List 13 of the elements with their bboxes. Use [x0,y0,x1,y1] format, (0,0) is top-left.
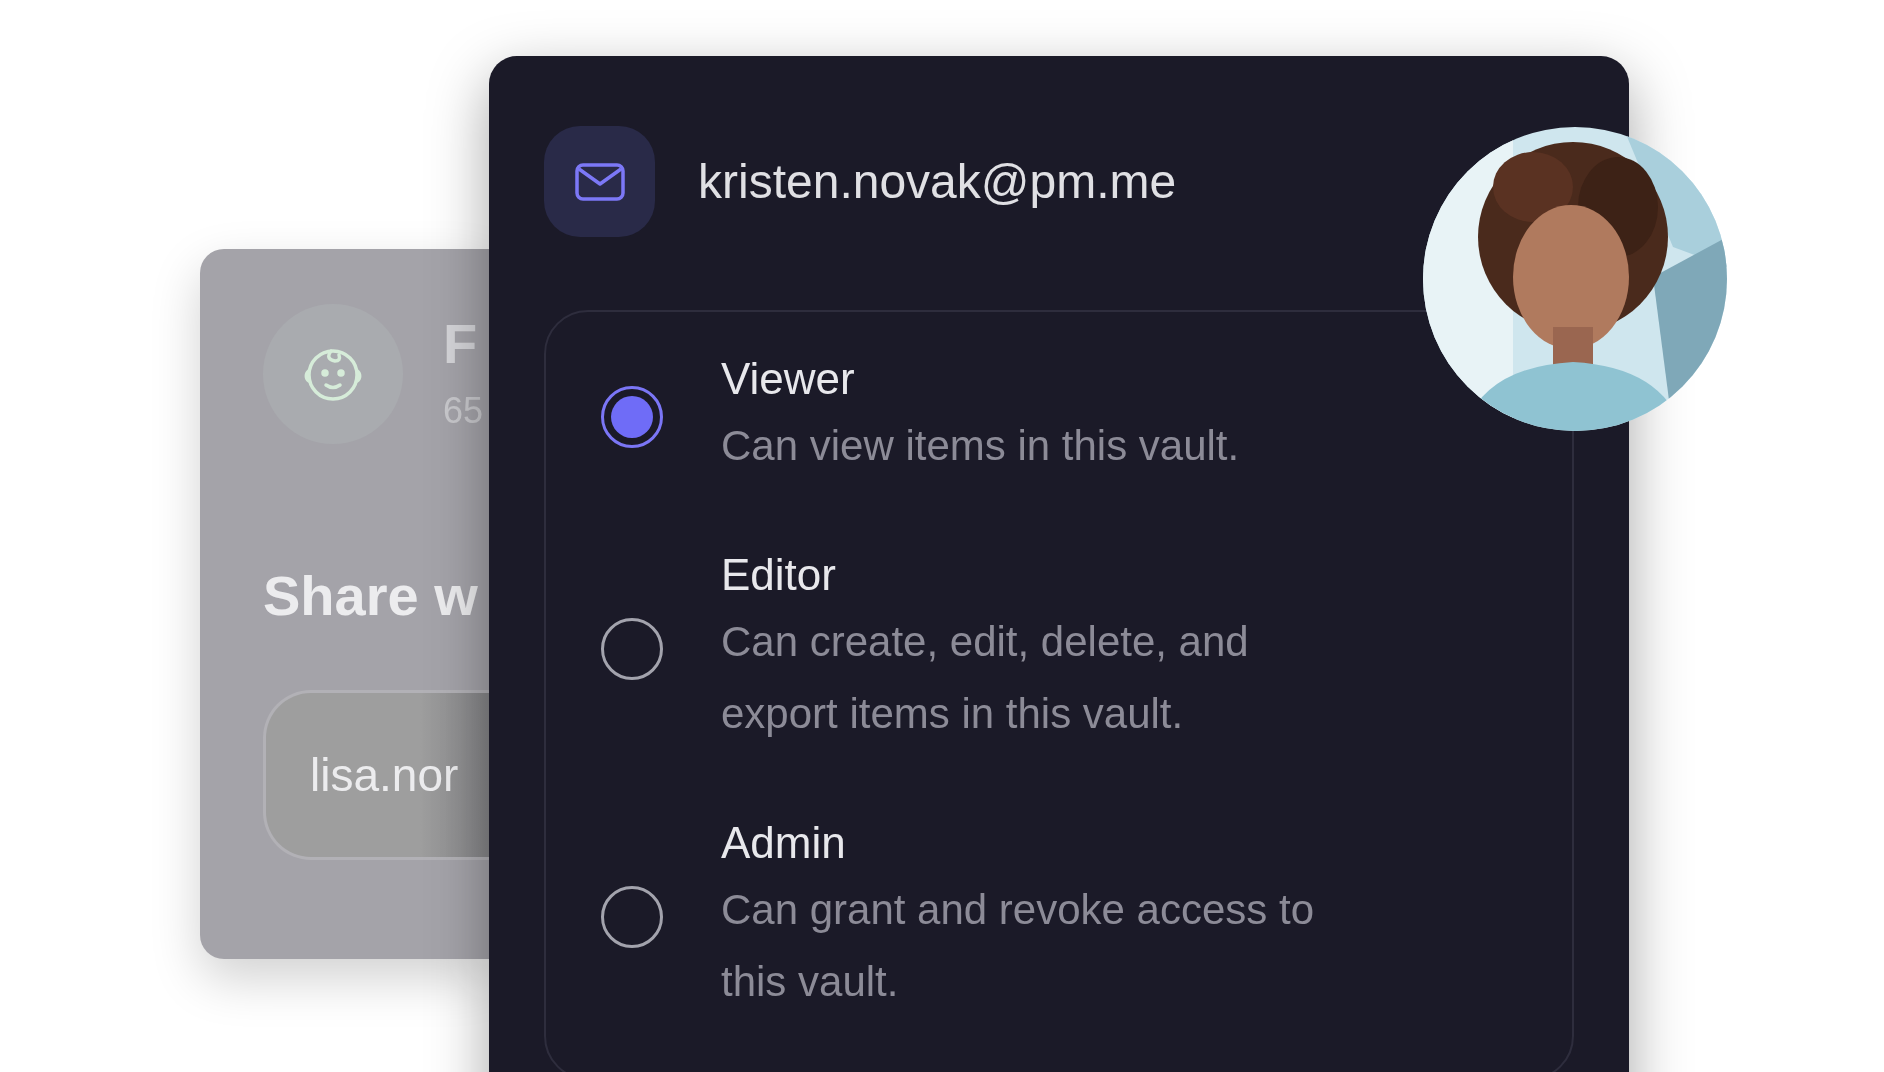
role-name: Admin [721,817,847,869]
email-field[interactable]: lisa.nor [263,690,489,860]
role-description: Can view items in this vault. [721,421,1240,471]
radio-button[interactable] [601,386,663,448]
radio-button[interactable] [601,886,663,948]
role-name: Viewer [721,353,856,405]
mail-icon [574,162,625,201]
radio-button[interactable] [601,618,663,680]
role-name: Editor [721,549,837,601]
recipient-email: kristen.novak@pm.me [698,153,1177,210]
role-description: Can grant and revoke access to this vault. [721,885,1315,1007]
role-description: Can create, edit, delete, and export items in this vault. [721,617,1250,739]
share-heading: Share w [263,564,479,628]
